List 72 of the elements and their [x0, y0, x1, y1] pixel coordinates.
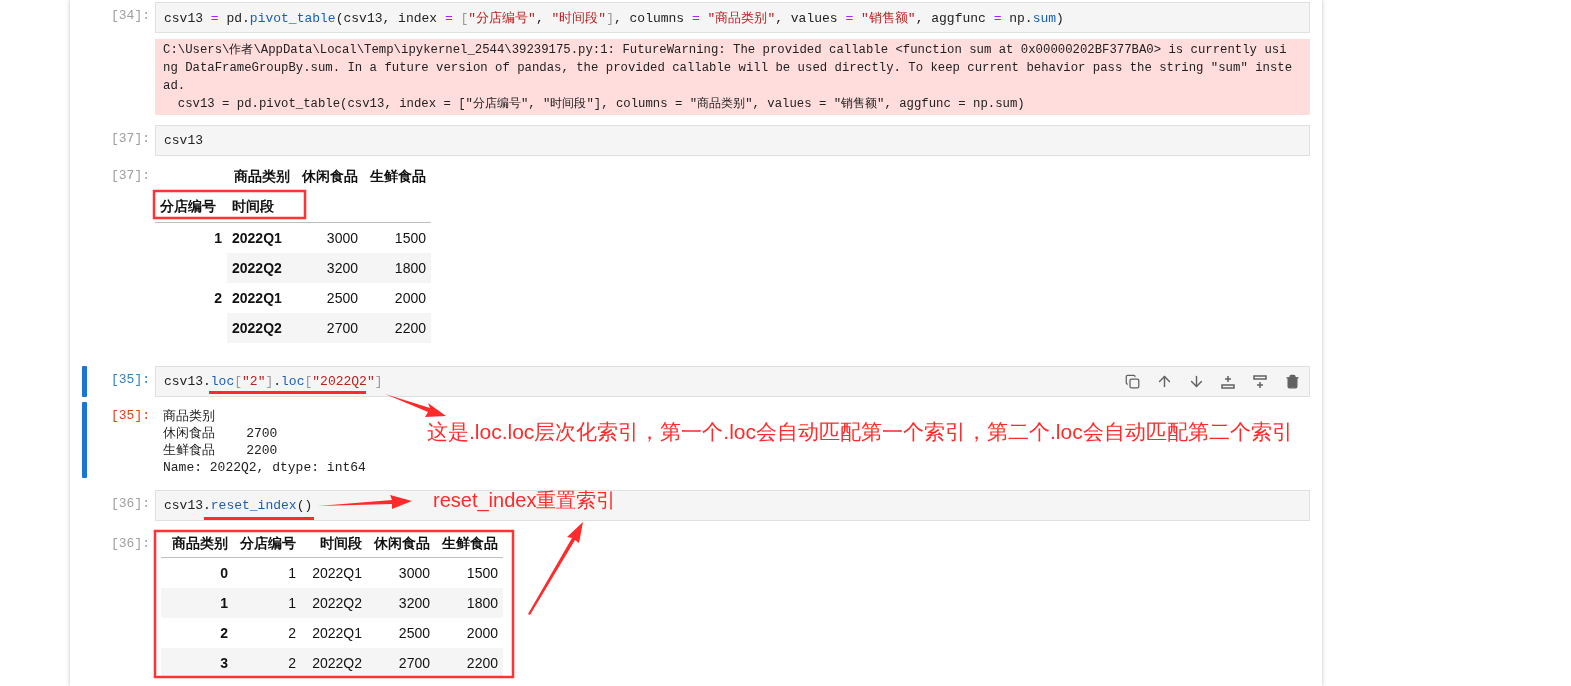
warning-line: csv13 = pd.pivot_table(csv13, index = ["分店编号", "时间段"], columns = "商品类别", values = "销售额", aggfunc = np.sum) — [176, 96, 1026, 113]
table-cell: 1800 — [435, 588, 503, 618]
column-axis-name: 商品类别 — [233, 167, 291, 186]
table-cell: 2 — [233, 618, 301, 648]
table-cell: 2700 — [367, 648, 435, 678]
output-line: Name: 2022Q2, dtype: int64 — [163, 459, 366, 476]
output-line: 商品类别 — [163, 408, 215, 425]
index-name: 时间段 — [227, 192, 295, 223]
output-line: 休闲食品 2700 — [163, 425, 278, 442]
table-cell: 2200 — [363, 313, 431, 343]
table-cell: 1500 — [435, 557, 503, 588]
table-cell: 2022Q1 — [301, 618, 367, 648]
annotation-note: reset_index重置索引 — [433, 488, 617, 514]
table-cell: 3200 — [367, 588, 435, 618]
column-header: 时间段 — [301, 530, 367, 558]
table-cell: 2700 — [295, 313, 363, 343]
index-label: 2022Q2 — [227, 313, 295, 343]
output-prompt: [36]: — [110, 535, 151, 553]
index-label: 0 — [161, 557, 233, 588]
table-cell: 3000 — [367, 557, 435, 588]
column-header: 分店编号 — [233, 530, 301, 558]
table-cell: 2022Q2 — [301, 588, 367, 618]
column-header: 商品类别 — [161, 530, 233, 558]
warning-line: ng DataFrameGroupBy.sum. In a future version of pandas, the provided callable will be used directly. To keep current behavior pass the string "sum" inste — [163, 60, 1294, 77]
table-cell: 2022Q2 — [301, 648, 367, 678]
code-cell[interactable]: csv13 — [155, 125, 1310, 156]
index-label: 2 — [161, 618, 233, 648]
copy-icon[interactable] — [1123, 372, 1141, 391]
index-label: 2022Q1 — [227, 283, 295, 313]
table-cell: 1500 — [363, 222, 431, 253]
table-cell: 1800 — [363, 253, 431, 283]
code-line: csv13.reset_index() — [164, 498, 313, 513]
column-header: 休闲食品 — [301, 167, 359, 186]
index-label: 1 — [161, 588, 233, 618]
output-prompt: [35]: — [110, 407, 151, 425]
index-name: 分店编号 — [155, 192, 227, 223]
trash-icon[interactable] — [1283, 372, 1301, 391]
input-prompt: [34]: — [110, 7, 151, 25]
code-line: csv13.loc["2"].loc["2022Q2"] — [164, 374, 383, 389]
arrow — [385, 394, 446, 417]
insert-below-icon[interactable] — [1251, 372, 1269, 391]
index-label: 2022Q1 — [227, 222, 295, 253]
index-label: 1 — [155, 222, 227, 283]
index-label: 2022Q2 — [227, 253, 295, 283]
table-cell: 1 — [233, 557, 301, 588]
code-cell[interactable]: csv13.loc["2"].loc["2022Q2"] — [155, 366, 1310, 397]
input-prompt: [36]: — [110, 495, 151, 513]
warning-line: ad. — [163, 78, 187, 95]
index-label: 3 — [161, 648, 233, 678]
index-label: 2 — [155, 283, 227, 343]
code-line: csv13 = pd.pivot_table(csv13, index = ["分店编号", "时间段"], columns = "商品类别", values = "销售额", aggfunc = np.sum) — [164, 9, 1064, 27]
warning-line: C:\Users\作者\AppData\Local\Temp\ipykernel_2544\39239175.py:1: FutureWarning: The provided callable <function sum at 0x00000202BF377BA0> is currently usi — [163, 42, 1288, 59]
column-header: 休闲食品 — [367, 530, 435, 558]
input-prompt: [37]: — [110, 130, 151, 148]
code-cell[interactable]: csv13 = pd.pivot_table(csv13, index = ["分店编号", "时间段"], columns = "商品类别", values = "销售额", aggfunc = np.sum) — [155, 2, 1310, 33]
table-cell: 2022Q1 — [301, 557, 367, 588]
output-line: 生鲜食品 2200 — [163, 442, 278, 459]
table-cell: 2000 — [363, 283, 431, 313]
table-cell: 2500 — [295, 283, 363, 313]
table-cell: 3200 — [295, 253, 363, 283]
column-header: 生鲜食品 — [435, 530, 503, 558]
output-prompt: [37]: — [110, 167, 151, 185]
annotation-note: 这是.loc.loc层次化索引，第一个.loc会自动匹配第一个索引，第二个.loc会自动匹配第二个索引 — [427, 419, 1293, 445]
table-cell: 2000 — [435, 618, 503, 648]
table-cell: 3000 — [295, 222, 363, 253]
table-cell: 2500 — [367, 618, 435, 648]
table-cell: 1 — [233, 588, 301, 618]
code-line: csv13 — [164, 133, 203, 148]
column-header: 生鲜食品 — [369, 167, 427, 186]
input-prompt: [35]: — [110, 371, 151, 389]
table-cell: 2 — [233, 648, 301, 678]
table-cell: 2200 — [435, 648, 503, 678]
